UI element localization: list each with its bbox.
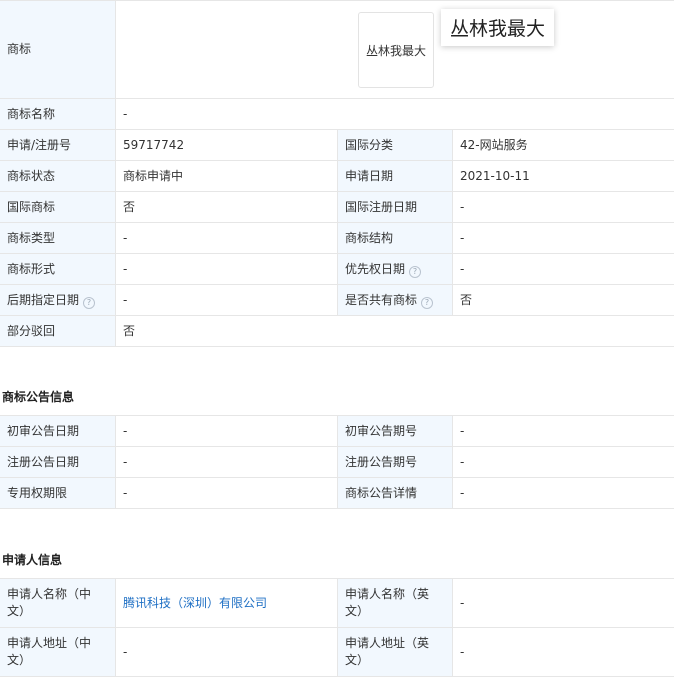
announcement-section-title: 商标公告信息 <box>2 390 75 404</box>
addr-cn-label-line1: 申请人地址（中 <box>7 636 92 650</box>
addr-en-label-line2: 文） <box>345 653 370 667</box>
intl-reg-date-value: - <box>451 191 674 223</box>
addr-en-value: - <box>452 627 674 677</box>
name-en-label-line2: 文） <box>345 604 370 618</box>
priority-date-value: - <box>451 253 674 285</box>
detail-value: - <box>452 477 674 509</box>
name-value: - <box>114 98 674 130</box>
later-date-label: 后期指定日期 <box>7 292 80 307</box>
intl-class-value: 42-网站服务 <box>451 129 674 161</box>
first-date-value: - <box>115 415 338 447</box>
addr-cn-label-line2: 文） <box>7 653 32 667</box>
partial-reject-label: 部分驳回 <box>0 315 116 347</box>
apply-date-label: 申请日期 <box>337 160 453 192</box>
tooltip-text: 丛林我最大 <box>449 18 545 40</box>
trademark-info-section: 商标 商标名称 - 申请/注册号 59717742 国际分类 42-网站服务 商… <box>0 0 674 347</box>
name-cn-value-cell: 腾讯科技（深圳）有限公司 <box>115 578 338 628</box>
structure-label: 商标结构 <box>337 222 453 254</box>
type-label: 商标类型 <box>0 222 116 254</box>
first-date-label: 初审公告日期 <box>0 415 116 447</box>
reg-announce-no-value: - <box>452 446 674 478</box>
applicant-section-title: 申请人信息 <box>2 553 63 567</box>
applicant-name-link[interactable]: 腾讯科技（深圳）有限公司 <box>123 596 267 610</box>
shared-label: 是否共有商标 <box>345 292 418 307</box>
name-cn-label-line2: 文） <box>7 604 32 618</box>
intl-class-label: 国际分类 <box>337 129 453 161</box>
trademark-label: 商标 <box>0 0 116 99</box>
form-label: 商标形式 <box>0 253 116 285</box>
reg-no-value: 59717742 <box>115 129 338 161</box>
trademark-info-table: 商标 商标名称 - 申请/注册号 59717742 国际分类 42-网站服务 商… <box>0 0 674 347</box>
status-value: 商标申请中 <box>115 160 338 192</box>
announcement-section: 初审公告日期 - 初审公告期号 - 注册公告日期 - 注册公告期号 - 专用权期… <box>0 415 674 509</box>
trademark-logo-text: 丛林我最大 <box>365 43 426 58</box>
reg-announce-no-label: 注册公告期号 <box>337 446 453 478</box>
name-cn-label: 申请人名称（中 文） <box>0 578 116 628</box>
type-value: - <box>115 222 338 254</box>
intl-mark-label: 国际商标 <box>0 191 116 223</box>
addr-cn-label: 申请人地址（中 文） <box>0 627 116 677</box>
reg-no-label: 申请/注册号 <box>0 129 116 161</box>
term-label: 专用权期限 <box>0 477 116 509</box>
later-date-value: - <box>115 284 338 316</box>
shared-value: 否 <box>451 284 674 316</box>
priority-date-label: 优先权日期 <box>345 261 406 276</box>
name-label: 商标名称 <box>0 98 116 130</box>
trademark-logo-image[interactable]: 丛林我最大 <box>358 12 434 88</box>
intl-mark-value: 否 <box>115 191 338 223</box>
structure-value: - <box>451 222 674 254</box>
addr-en-label: 申请人地址（英 文） <box>337 627 453 677</box>
applicant-table: 申请人名称（中 文） 腾讯科技（深圳）有限公司 申请人名称（英 文） - 申请人地址… <box>0 578 674 677</box>
applicant-section: 申请人名称（中 文） 腾讯科技（深圳）有限公司 申请人名称（英 文） - 申请人地址… <box>0 578 674 677</box>
partial-reject-value: 否 <box>114 315 674 347</box>
addr-en-label-line1: 申请人地址（英 <box>345 636 430 650</box>
reg-date-label: 注册公告日期 <box>0 446 116 478</box>
form-value: - <box>115 253 338 285</box>
help-question-icon[interactable]: ? <box>83 296 96 309</box>
name-en-value: - <box>452 578 674 628</box>
reg-date-value: - <box>115 446 338 478</box>
shared-cell: 是否共有商标? <box>337 284 453 316</box>
help-question-icon[interactable]: ? <box>409 265 422 278</box>
priority-date-cell: 优先权日期? <box>337 253 453 285</box>
trademark-name-tooltip: 丛林我最大 <box>441 9 554 46</box>
name-en-label: 申请人名称（英 文） <box>337 578 453 628</box>
addr-cn-value: - <box>115 627 338 677</box>
later-date-cell: 后期指定日期? <box>0 284 116 316</box>
name-cn-label-line1: 申请人名称（中 <box>7 587 92 601</box>
status-label: 商标状态 <box>0 160 116 192</box>
help-question-icon[interactable]: ? <box>421 296 434 309</box>
detail-label: 商标公告详情 <box>337 477 453 509</box>
name-en-label-line1: 申请人名称（英 <box>345 587 430 601</box>
term-value: - <box>115 477 338 509</box>
intl-reg-date-label: 国际注册日期 <box>337 191 453 223</box>
first-no-label: 初审公告期号 <box>337 415 453 447</box>
first-no-value: - <box>452 415 674 447</box>
announcement-table: 初审公告日期 - 初审公告期号 - 注册公告日期 - 注册公告期号 - 专用权期… <box>0 415 674 509</box>
apply-date-value: 2021-10-11 <box>451 160 674 192</box>
